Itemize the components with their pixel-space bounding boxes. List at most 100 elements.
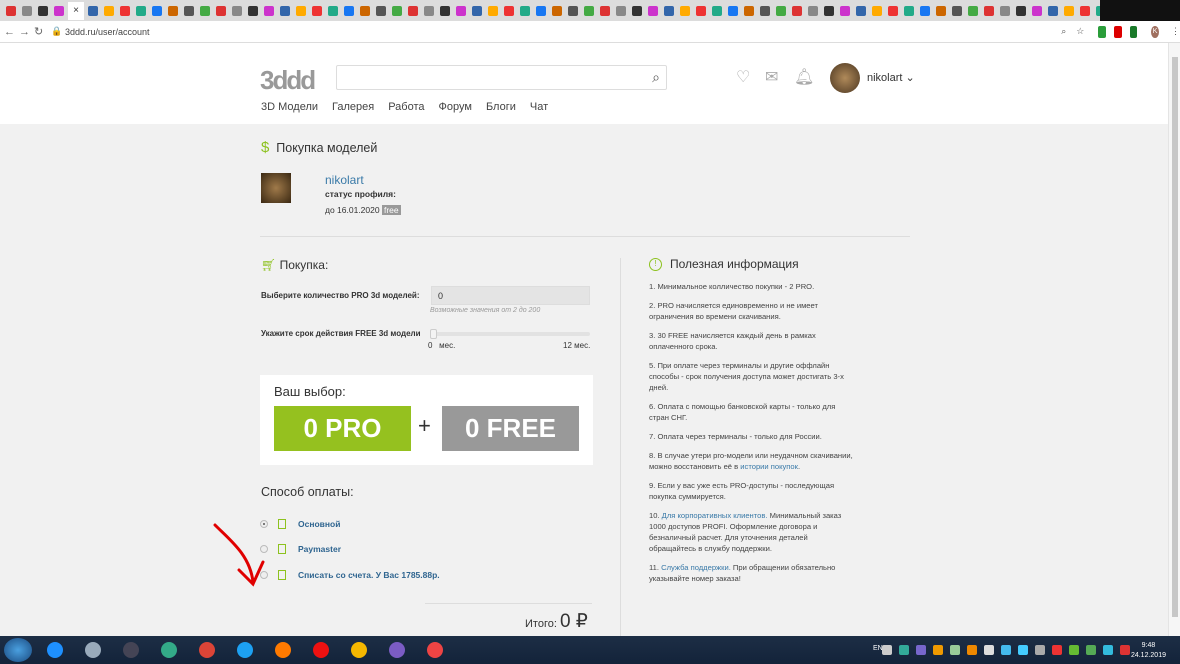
tab-favicon-icon[interactable] [792, 5, 802, 16]
tab-favicon-icon[interactable] [264, 5, 274, 16]
tab-favicon-icon[interactable] [88, 5, 98, 16]
tab-favicon-icon[interactable] [584, 5, 594, 16]
tab-favicon-icon[interactable] [856, 5, 866, 16]
tab-favicon-icon[interactable] [392, 5, 402, 16]
back-icon[interactable]: ← [4, 26, 15, 38]
free-term-slider[interactable] [430, 329, 590, 339]
taskbar-app-icon[interactable] [40, 638, 70, 662]
tray-icon[interactable] [882, 645, 892, 655]
taskbar-app-icon[interactable] [192, 638, 222, 662]
mail-icon[interactable]: ✉ [765, 67, 778, 87]
tab-favicon-icon[interactable] [696, 5, 706, 16]
tab-favicon-icon[interactable] [952, 5, 962, 16]
info-link[interactable]: Для корпоративных клиентов. [662, 511, 768, 520]
info-link[interactable]: Служба поддержки. [661, 563, 731, 572]
tab-favicon-icon[interactable] [600, 5, 610, 16]
avatar[interactable] [830, 63, 860, 93]
nav-blogs[interactable]: Блоги [486, 101, 516, 113]
tab-favicon-icon[interactable] [472, 5, 482, 16]
tab-favicon-icon[interactable] [136, 5, 146, 16]
tab-favicon-icon[interactable] [54, 5, 64, 16]
nav-3d-models[interactable]: 3D Модели [261, 101, 318, 113]
clock[interactable]: 9:48 24.12.2019 [1131, 641, 1166, 661]
tab-favicon-icon[interactable] [1064, 5, 1074, 16]
tab-favicon-icon[interactable] [904, 5, 914, 16]
tray-icon[interactable] [1001, 645, 1011, 655]
tab-favicon-icon[interactable] [168, 5, 178, 16]
star-icon[interactable]: ☆ [1076, 26, 1084, 37]
slider-handle[interactable] [430, 329, 437, 339]
taskbar-app-icon[interactable] [116, 638, 146, 662]
tab-favicon-icon[interactable] [184, 5, 194, 16]
tab-favicon-icon[interactable] [344, 5, 354, 16]
tab-favicon-icon[interactable] [104, 5, 114, 16]
tab-favicon-icon[interactable] [840, 5, 850, 16]
payment-option-balance[interactable]: Списать со счета. У Вас 1785.88р. [260, 570, 440, 580]
tab-favicon-icon[interactable] [936, 5, 946, 16]
tab-favicon-icon[interactable] [712, 5, 722, 16]
opera-extension-icon[interactable] [1114, 25, 1122, 38]
taskbar-app-icon[interactable] [420, 638, 450, 662]
tab-favicon-icon[interactable] [22, 5, 32, 16]
tab-favicon-icon[interactable] [968, 5, 978, 16]
taskbar-app-icon[interactable] [78, 638, 108, 662]
tab-favicon-icon[interactable] [760, 5, 770, 16]
tray-icon[interactable] [933, 645, 943, 655]
tab-favicon-icon[interactable] [632, 5, 642, 16]
tab-favicon-icon[interactable] [616, 5, 626, 16]
search-input[interactable]: ⌕ [336, 65, 667, 90]
tab-favicon-icon[interactable] [488, 5, 498, 16]
tab-favicon-icon[interactable] [1016, 5, 1026, 16]
tab-favicon-icon[interactable] [6, 5, 16, 16]
tab-favicon-icon[interactable] [552, 5, 562, 16]
tray-icon[interactable] [1052, 645, 1062, 655]
tab-favicon-icon[interactable] [824, 5, 834, 16]
tray-icon[interactable] [1018, 645, 1028, 655]
tray-icon[interactable] [1035, 645, 1045, 655]
tab-favicon-icon[interactable] [200, 5, 210, 16]
tab-favicon-icon[interactable] [120, 5, 130, 16]
tab-favicon-icon[interactable] [360, 5, 370, 16]
heart-icon[interactable]: ♡ [736, 67, 750, 87]
tab-favicon-icon[interactable] [424, 5, 434, 16]
tray-icon[interactable] [1103, 645, 1113, 655]
tab-favicon-icon[interactable] [232, 5, 242, 16]
tab-favicon-icon[interactable] [872, 5, 882, 16]
tab-favicon-icon[interactable] [776, 5, 786, 16]
tab-favicon-icon[interactable] [280, 5, 290, 16]
profile-name[interactable]: nikolart [325, 173, 364, 187]
taskbar-app-icon[interactable] [382, 638, 412, 662]
tab-favicon-icon[interactable] [1000, 5, 1010, 16]
tab-favicon-icon[interactable] [536, 5, 546, 16]
active-tab[interactable]: × [68, 1, 84, 20]
tab-favicon-icon[interactable] [1080, 5, 1090, 16]
tray-icon[interactable] [1086, 645, 1096, 655]
taskbar-app-icon[interactable] [154, 638, 184, 662]
tray-icon[interactable] [1069, 645, 1079, 655]
close-tab-icon[interactable]: × [73, 5, 79, 16]
extension-icon[interactable] [1129, 25, 1138, 38]
reload-icon[interactable]: ↻ [34, 25, 43, 38]
tray-icon[interactable] [1120, 645, 1130, 655]
tab-favicon-icon[interactable] [376, 5, 386, 16]
tray-icon[interactable] [967, 645, 977, 655]
tab-favicon-icon[interactable] [808, 5, 818, 16]
forward-icon[interactable]: → [19, 26, 30, 38]
tab-favicon-icon[interactable] [312, 5, 322, 16]
tray-icon[interactable] [984, 645, 994, 655]
search-icon[interactable]: ⌕ [652, 69, 660, 86]
tab-favicon-icon[interactable] [648, 5, 658, 16]
tab-favicon-icon[interactable] [568, 5, 578, 16]
taskbar-app-icon[interactable] [306, 638, 336, 662]
tab-favicon-icon[interactable] [744, 5, 754, 16]
pro-quantity-input[interactable]: 0 [431, 286, 590, 305]
nav-forum[interactable]: Форум [439, 101, 472, 113]
zoom-icon[interactable]: ⌕ [1061, 26, 1066, 37]
start-button[interactable] [4, 638, 32, 662]
tab-favicon-icon[interactable] [888, 5, 898, 16]
taskbar-app-icon[interactable] [344, 638, 374, 662]
url-field[interactable]: 🔒 3ddd.ru/user/account [51, 23, 1031, 41]
tab-favicon-icon[interactable] [408, 5, 418, 16]
tab-favicon-icon[interactable] [152, 5, 162, 16]
tab-favicon-icon[interactable] [248, 5, 258, 16]
